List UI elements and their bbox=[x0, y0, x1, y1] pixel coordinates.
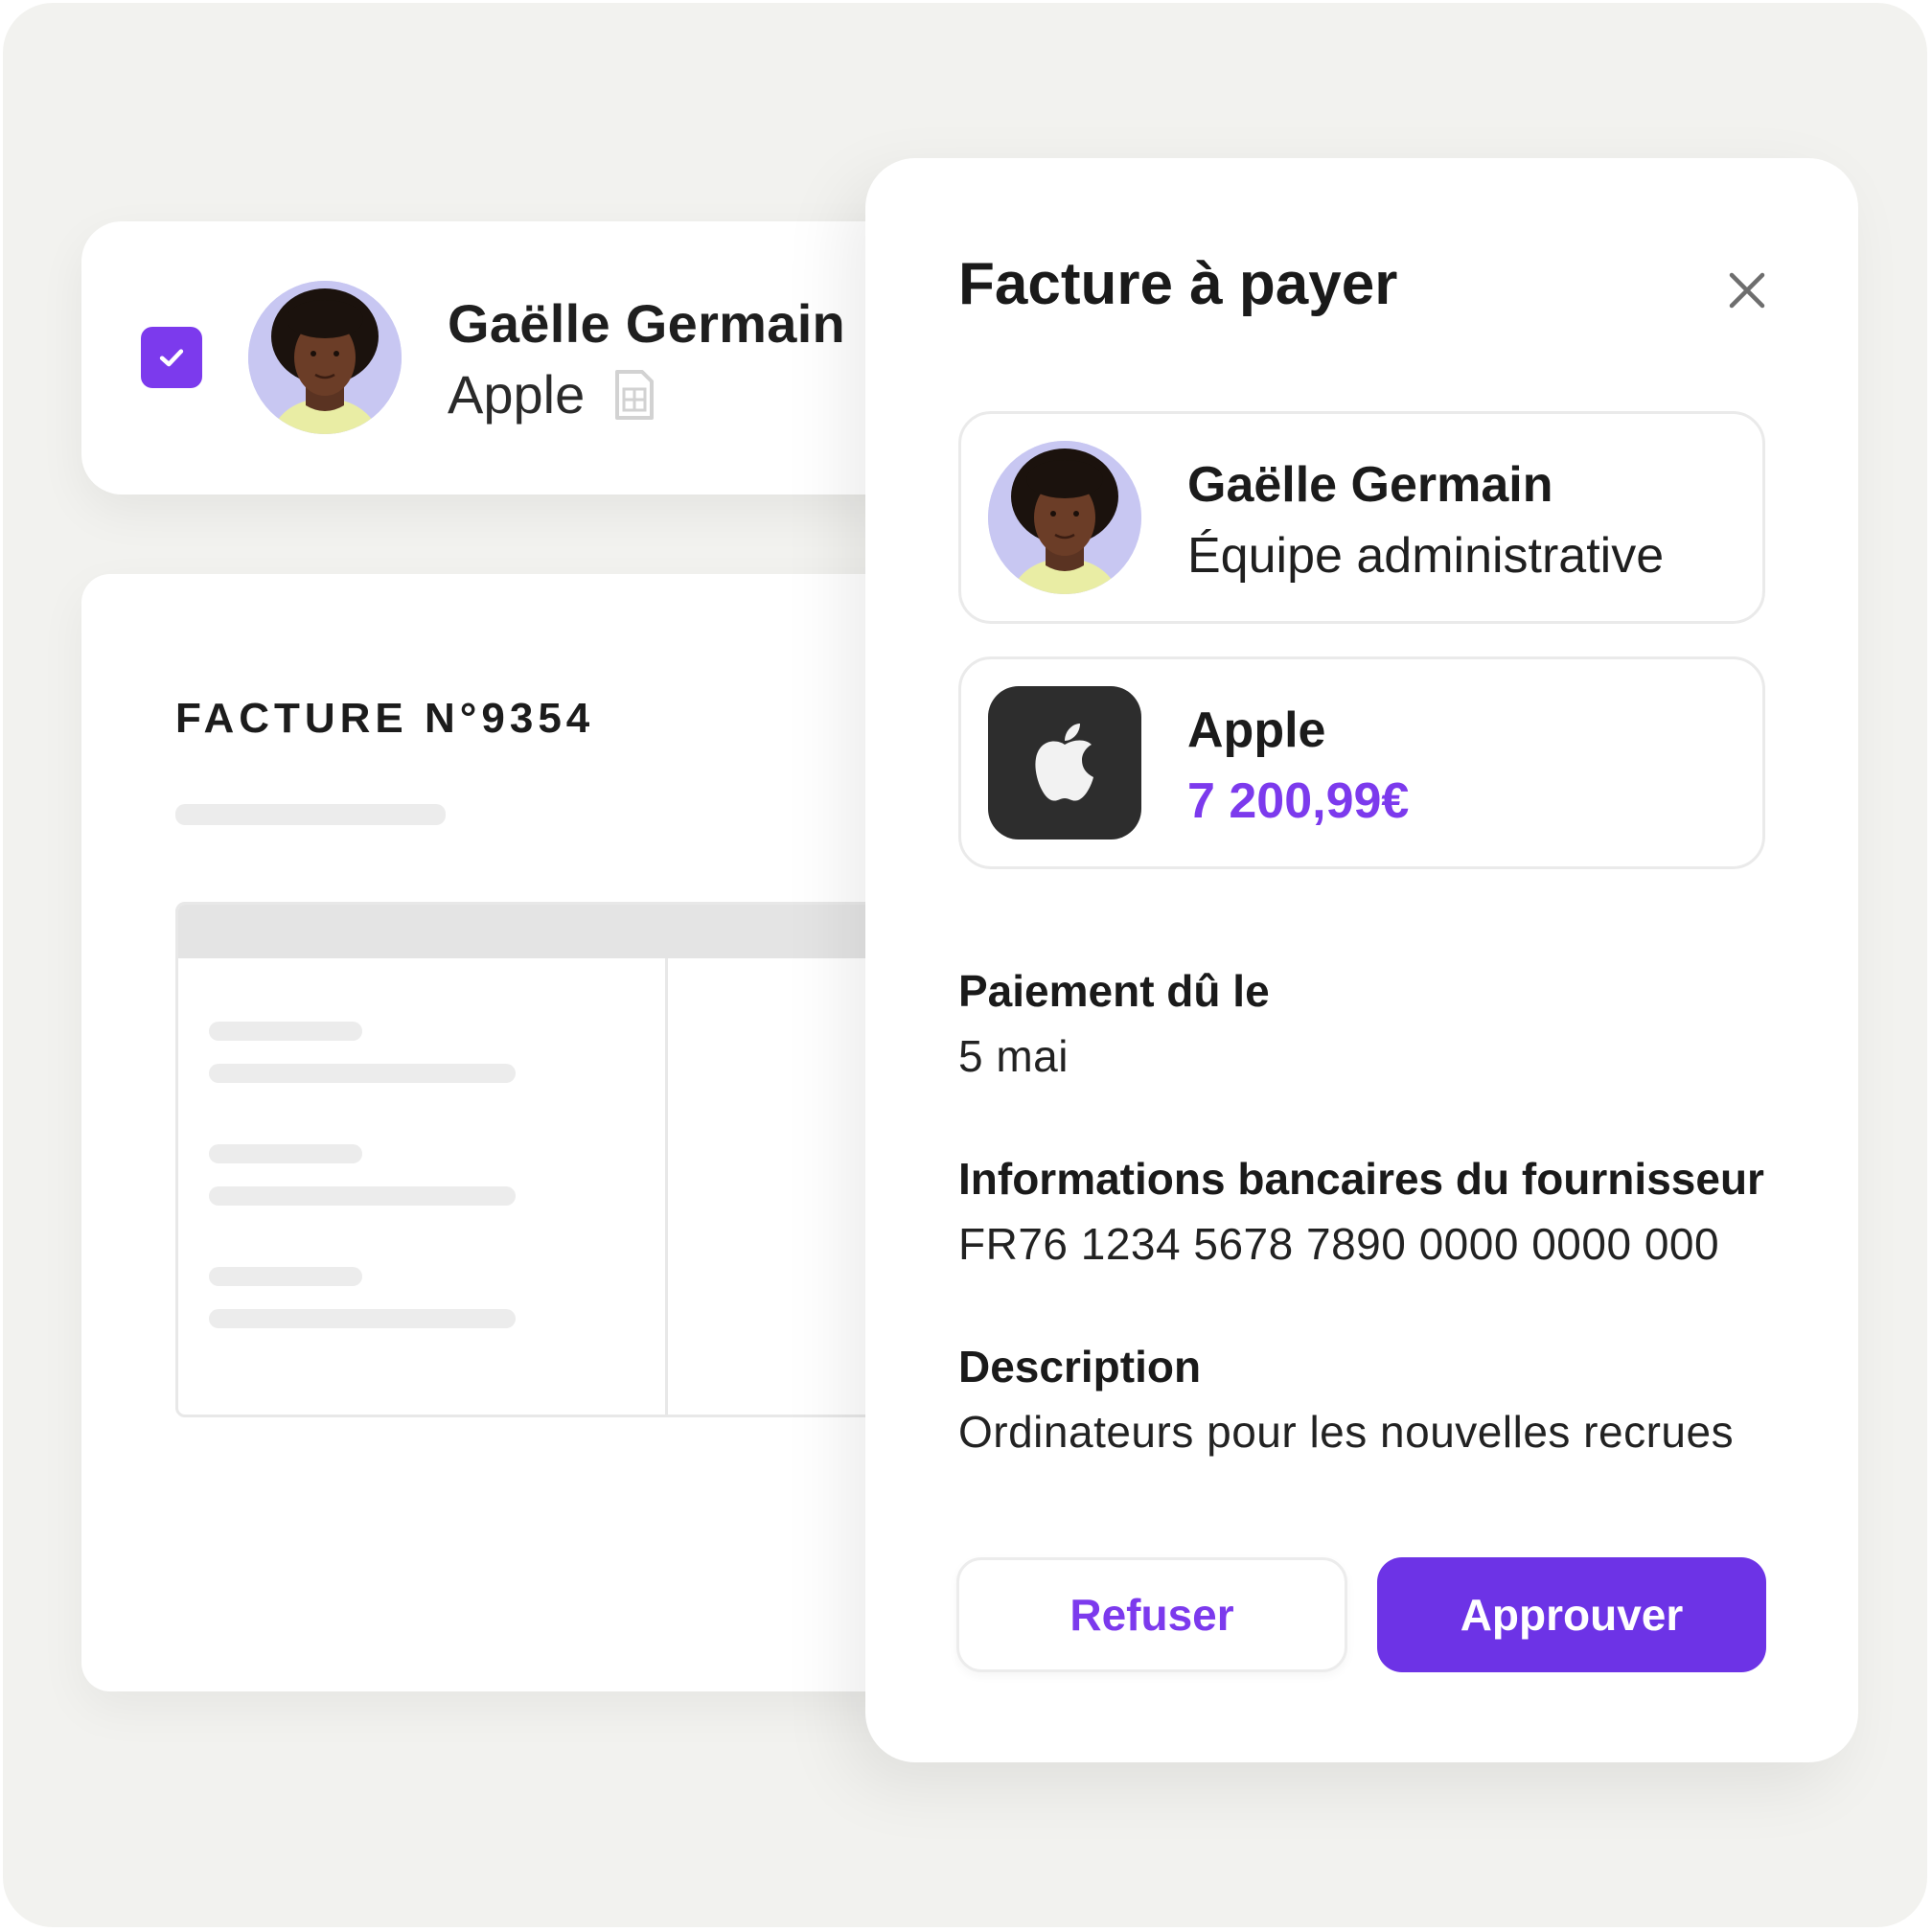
close-icon bbox=[1729, 272, 1765, 309]
row-company: Apple bbox=[448, 363, 656, 426]
background-frame: Gaëlle Germain Apple FACTURE N°9354 Fact… bbox=[3, 3, 1927, 1927]
document-icon bbox=[615, 369, 655, 420]
row-requester-name: Gaëlle Germain bbox=[448, 293, 846, 354]
invoice-number-title: FACTURE N°9354 bbox=[175, 695, 595, 742]
due-date-label: Paiement dû le bbox=[958, 966, 1270, 1016]
apple-logo-tile bbox=[988, 686, 1141, 840]
checkmark-icon bbox=[159, 349, 184, 367]
placeholder-line bbox=[209, 1144, 362, 1163]
placeholder-line bbox=[209, 1064, 516, 1083]
requester-team: Équipe administrative bbox=[1187, 528, 1665, 584]
apple-logo-icon bbox=[1035, 724, 1093, 801]
row-company-label: Apple bbox=[448, 364, 586, 425]
bank-info-label: Informations bancaires du fournisseur bbox=[958, 1154, 1764, 1204]
row-checkbox[interactable] bbox=[141, 327, 202, 388]
supplier-card: Apple 7 200,99€ bbox=[958, 656, 1765, 869]
approve-button[interactable]: Approuver bbox=[1377, 1557, 1766, 1672]
avatar bbox=[248, 281, 402, 434]
refuse-button[interactable]: Refuser bbox=[956, 1557, 1347, 1672]
invoice-approval-panel: Facture à payer Gaëlle Germain Équipe ad… bbox=[865, 158, 1858, 1762]
description-value: Ordinateurs pour les nouvelles recrues bbox=[958, 1407, 1735, 1457]
requester-card: Gaëlle Germain Équipe administrative bbox=[958, 411, 1765, 624]
description-label: Description bbox=[958, 1342, 1202, 1392]
panel-title: Facture à payer bbox=[958, 251, 1398, 317]
supplier-name: Apple bbox=[1187, 702, 1326, 758]
placeholder-line bbox=[209, 1186, 516, 1206]
requester-name: Gaëlle Germain bbox=[1187, 457, 1553, 513]
placeholder-line bbox=[209, 1022, 362, 1041]
table-divider bbox=[665, 958, 668, 1414]
avatar bbox=[988, 441, 1141, 594]
close-button[interactable] bbox=[1716, 260, 1778, 321]
placeholder-line bbox=[209, 1267, 362, 1286]
invoice-amount: 7 200,99€ bbox=[1187, 773, 1410, 829]
due-date-value: 5 mai bbox=[958, 1031, 1069, 1081]
bank-info-value: FR76 1234 5678 7890 0000 0000 000 bbox=[958, 1219, 1720, 1269]
placeholder-line bbox=[209, 1309, 516, 1328]
placeholder-line bbox=[175, 804, 446, 825]
